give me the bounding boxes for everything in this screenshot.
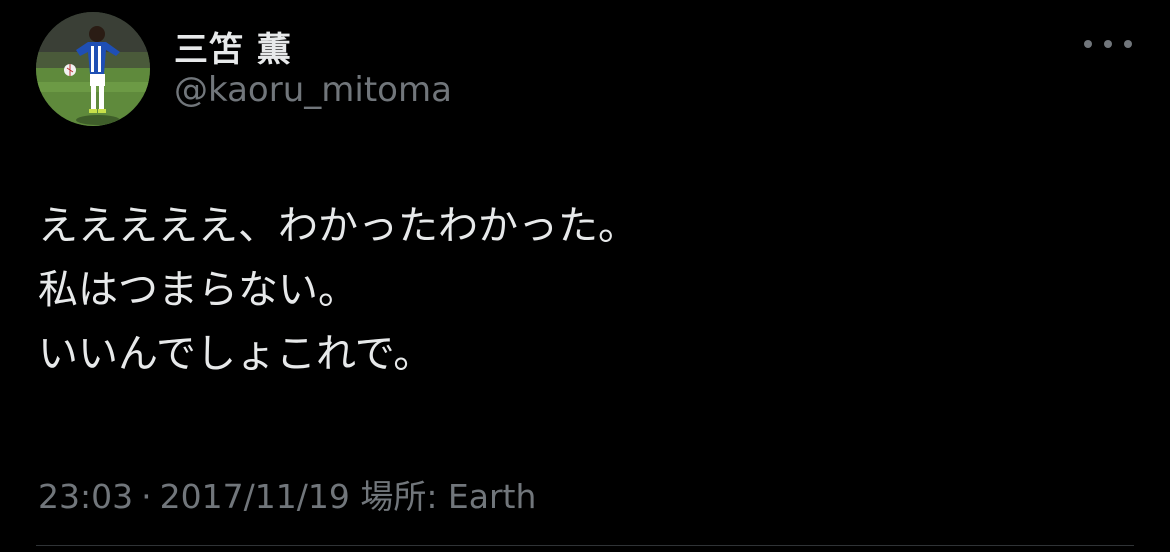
meta-separator: · [141,477,152,516]
tweet-text: えええええ、わかったわかった。 私はつまらない。 いいんでしょこれで。 [38,194,1128,386]
tweet-date[interactable]: 2017/11/19 [160,477,350,516]
tweet-location: 場所: Earth [360,477,537,516]
more-horizontal-icon [1104,40,1112,48]
avatar-image [36,12,150,126]
author-display-name[interactable]: 三笘 薫 [174,22,292,71]
tweet-card: 三笘 薫 @kaoru_mitoma えええええ、わかったわかった。 私はつまら… [0,0,1170,552]
avatar[interactable] [36,12,150,126]
divider [36,545,1134,546]
more-horizontal-icon [1124,40,1132,48]
more-horizontal-icon [1084,40,1092,48]
tweet-text-line: えええええ、わかったわかった。 [38,203,638,249]
tweet-text-line: 私はつまらない。 [38,267,358,313]
tweet-text-line: いいんでしょこれで。 [38,331,434,377]
tweet-time[interactable]: 23:03 [38,477,133,516]
more-options-button[interactable] [1084,30,1132,58]
tweet-meta: 23:03 · 2017/11/19 場所: Earth [38,470,536,518]
author-handle[interactable]: @kaoru_mitoma [174,70,452,110]
